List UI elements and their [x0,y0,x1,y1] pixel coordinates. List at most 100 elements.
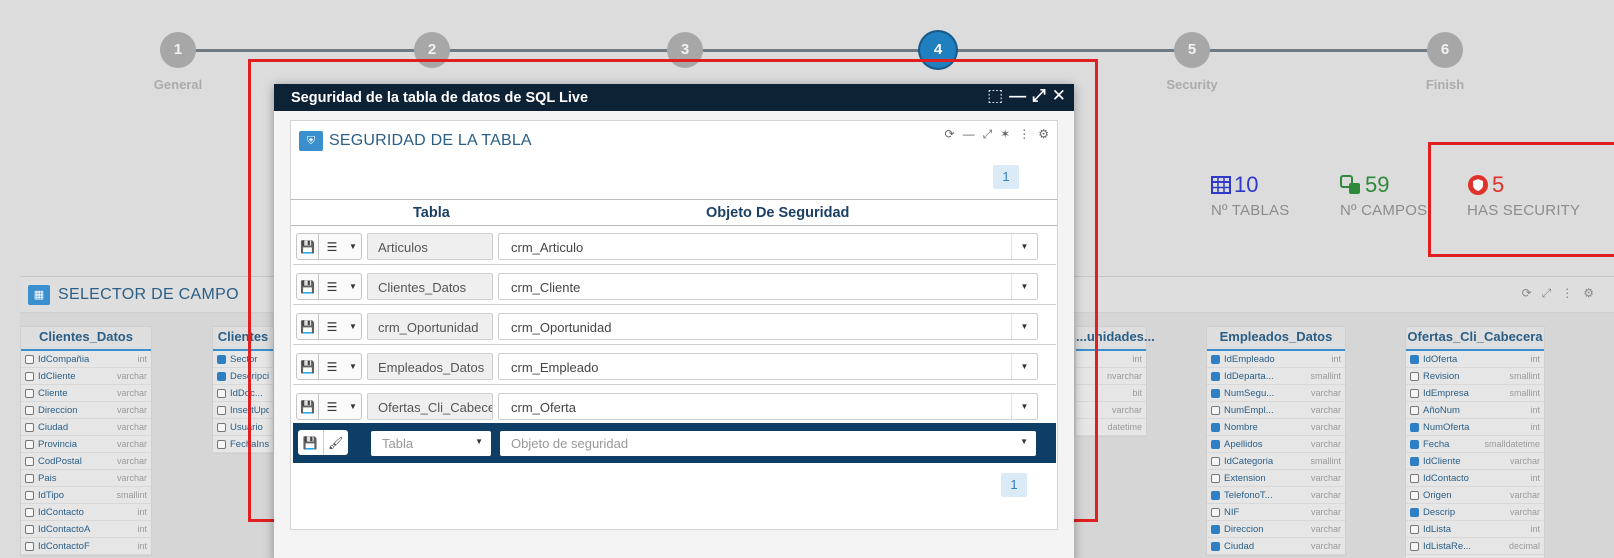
field-row[interactable]: datetime [1076,419,1146,436]
field-checkbox[interactable] [1211,354,1220,364]
save-icon[interactable]: 💾 [297,394,319,419]
field-row[interactable]: IdLista int [1406,521,1544,538]
refresh-icon[interactable]: ⟳ [945,127,955,142]
field-checkbox[interactable] [1410,524,1419,534]
field-checkbox[interactable] [1211,405,1220,415]
chevron-down-icon[interactable]: ▼ [1011,234,1037,259]
pager-top[interactable]: 1 [993,165,1019,189]
field-checkbox[interactable] [25,371,34,381]
step-circle[interactable]: 2 [414,32,450,68]
field-checkbox[interactable] [25,405,34,415]
field-row[interactable]: IdListaRe... decimal [1406,538,1544,555]
more-icon[interactable]: ⋮ [1018,127,1030,142]
expand-icon[interactable]: ⤢ [983,127,993,142]
save-icon[interactable]: 💾 [297,314,319,339]
field-row[interactable]: Direccion varchar [21,402,151,419]
field-row[interactable]: CodPostal varchar [21,453,151,470]
step-circle[interactable]: 3 [667,32,703,68]
objeto-select[interactable]: crm_Articulo ▼ [498,233,1038,260]
save-icon[interactable]: 💾 [298,430,324,455]
new-tabla-select[interactable]: Tabla ▼ [371,431,491,456]
field-row[interactable]: IdContactoF int [21,538,151,555]
field-row[interactable]: IdCliente varchar [1406,453,1544,470]
field-checkbox[interactable] [25,388,34,398]
field-row[interactable]: Descrip varchar [1406,504,1544,521]
field-checkbox[interactable] [1211,422,1220,432]
gear-icon[interactable]: ⚙ [1038,127,1049,142]
field-row[interactable]: TelefonoT... varchar [1207,487,1345,504]
field-row[interactable]: IdContactoA int [21,521,151,538]
step-6[interactable]: 6 Finish [1395,32,1495,92]
field-row[interactable]: varchar [1076,402,1146,419]
field-row[interactable]: int [1076,351,1146,368]
list-icon[interactable]: ☰ [319,274,345,299]
field-checkbox[interactable] [217,371,226,381]
field-row[interactable]: Cliente varchar [21,385,151,402]
field-row[interactable]: NumSegu... varchar [1207,385,1345,402]
list-icon[interactable]: ☰ [319,354,345,379]
step-2[interactable]: 2 [382,32,482,77]
field-checkbox[interactable] [1410,473,1419,483]
field-checkbox[interactable] [1410,405,1419,415]
field-row[interactable]: Fecha smalldatetime [1406,436,1544,453]
chevron-down-icon[interactable]: ▼ [1011,394,1037,419]
field-checkbox[interactable] [1410,371,1419,381]
save-icon[interactable]: 💾 [297,274,319,299]
field-row[interactable]: Revision smallint [1406,368,1544,385]
field-row[interactable]: IdDeparta... smallint [1207,368,1345,385]
field-checkbox[interactable] [1211,524,1220,534]
new-objeto-select[interactable]: Objeto de seguridad ▼ [500,431,1036,456]
field-checkbox[interactable] [1211,507,1220,517]
field-row[interactable]: IdCompañia int [21,351,151,368]
clear-brush-icon[interactable]: 🖌 [324,430,349,455]
field-checkbox[interactable] [217,439,226,449]
field-row[interactable]: nvarchar [1076,368,1146,385]
gear-icon[interactable]: ⚙ [1583,286,1594,301]
field-row[interactable]: Descripcio... [213,368,273,385]
refresh-icon[interactable]: ⟳ [1522,286,1532,301]
field-row[interactable]: AñoNum int [1406,402,1544,419]
magic-wand-icon[interactable]: ✶ [1000,127,1010,142]
field-checkbox[interactable] [1410,456,1419,466]
list-icon[interactable]: ☰ [319,234,345,259]
list-icon[interactable]: ☰ [319,394,345,419]
chevron-down-icon[interactable]: ▼ [1011,314,1037,339]
step-4[interactable]: 4 [888,32,988,77]
field-row[interactable]: Direccion varchar [1207,521,1345,538]
field-row[interactable]: IdTipo smallint [21,487,151,504]
chevron-down-icon[interactable]: ▼ [345,394,361,419]
field-row[interactable]: FechaInse... [213,436,273,453]
field-row[interactable]: Usuario [213,419,273,436]
objeto-select[interactable]: crm_Oferta ▼ [498,393,1038,420]
save-icon[interactable]: 💾 [297,234,319,259]
chevron-down-icon[interactable]: ▼ [1011,274,1037,299]
field-row[interactable]: NumOferta int [1406,419,1544,436]
col-header-tabla[interactable]: Tabla [413,205,450,221]
field-checkbox[interactable] [1211,473,1220,483]
field-row[interactable]: Extension varchar [1207,470,1345,487]
field-row[interactable]: bit [1076,385,1146,402]
step-circle[interactable]: 1 [160,32,196,68]
field-checkbox[interactable] [1211,388,1220,398]
close-icon[interactable]: ✕ [1052,86,1066,106]
field-checkbox[interactable] [25,473,34,483]
field-checkbox[interactable] [217,422,226,432]
field-checkbox[interactable] [1410,422,1419,432]
chevron-down-icon[interactable]: ▼ [345,314,361,339]
field-checkbox[interactable] [1410,541,1419,551]
field-checkbox[interactable] [1410,490,1419,500]
field-checkbox[interactable] [1211,541,1220,551]
field-checkbox[interactable] [1410,439,1419,449]
field-checkbox[interactable] [1410,388,1419,398]
field-row[interactable]: Apellidos varchar [1207,436,1345,453]
field-row[interactable]: IdCategoria smallint [1207,453,1345,470]
field-row[interactable]: IdEmpresa smallint [1406,385,1544,402]
field-row[interactable]: InsertUpd... [213,402,273,419]
minimize-icon[interactable]: — [1009,86,1026,106]
field-row[interactable]: IdDoc... [213,385,273,402]
expand-icon[interactable]: ⤢ [1542,286,1552,301]
chevron-down-icon[interactable]: ▼ [345,234,361,259]
field-checkbox[interactable] [25,456,34,466]
field-checkbox[interactable] [217,388,226,398]
field-checkbox[interactable] [217,405,226,415]
